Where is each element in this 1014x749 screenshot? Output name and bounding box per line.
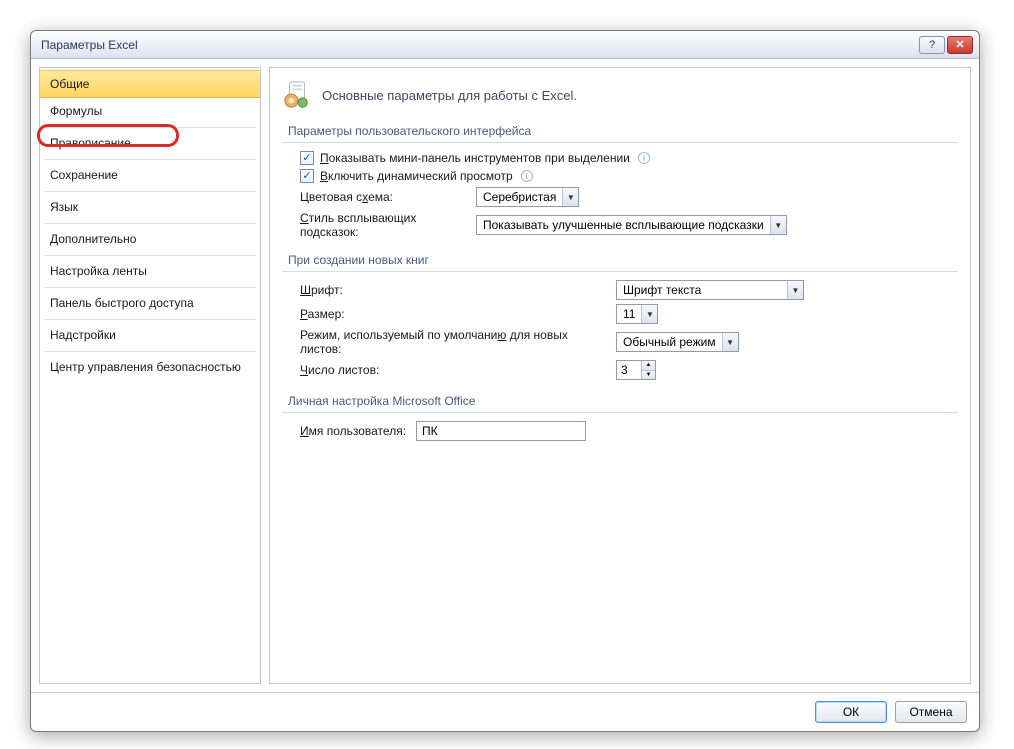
sidebar-separator [44,223,256,224]
info-icon[interactable]: i [521,170,533,182]
size-select[interactable]: 11 ▼ [616,304,658,324]
color-scheme-label: Цветовая схема: [300,190,470,204]
username-input[interactable]: ПК [416,421,586,441]
checkbox-live-preview-label: Включить динамический просмотр [320,169,513,183]
spin-up-icon[interactable]: ▲ [642,361,655,371]
sheets-label: Число листов: [300,363,610,377]
panel-header: Основные параметры для работы с Excel. [282,80,958,110]
tooltip-style-row: Стиль всплывающих подсказок: Показывать … [300,211,958,239]
section-personal-title: Личная настройка Microsoft Office [282,390,958,413]
window-title: Параметры Excel [41,38,917,52]
view-label: Режим, используемый по умолчанию для нов… [300,328,610,356]
checkbox-live-preview-row: ✓ Включить динамический просмотр i [300,169,958,183]
ok-button[interactable]: ОК [815,701,887,723]
check-icon: ✓ [302,153,311,164]
sidebar-separator [44,319,256,320]
help-button[interactable]: ? [919,36,945,54]
close-button[interactable]: ✕ [947,36,973,54]
sheets-spinner[interactable]: 3 ▲▼ [616,360,656,380]
settings-icon [282,80,312,110]
sidebar-item-proofing[interactable]: Правописание [40,130,260,157]
dialog-footer: ОК Отмена [31,692,979,731]
sidebar-separator [44,191,256,192]
color-scheme-select[interactable]: Серебристая ▼ [476,187,579,207]
tooltip-style-label: Стиль всплывающих подсказок: [300,211,470,239]
sidebar-separator [44,255,256,256]
cancel-button[interactable]: Отмена [895,701,967,723]
sidebar-separator [44,287,256,288]
sidebar-item-formulas[interactable]: Формулы [40,98,260,125]
chevron-down-icon: ▼ [562,188,578,206]
size-row: Размер: 11 ▼ [300,304,958,324]
size-label: Размер: [300,307,610,321]
sidebar-item-advanced[interactable]: Дополнительно [40,226,260,253]
sidebar-separator [44,159,256,160]
chevron-down-icon: ▼ [770,216,786,234]
chevron-down-icon: ▼ [641,305,657,323]
check-icon: ✓ [302,171,311,182]
info-icon[interactable]: i [638,152,650,164]
excel-options-dialog: Параметры Excel ? ✕ Общие Формулы Правоп… [30,30,980,732]
checkbox-mini-toolbar-label: Показывать мини-панель инструментов при … [320,151,630,165]
sidebar-item-general[interactable]: Общие [40,70,260,98]
sidebar-item-trustcenter[interactable]: Центр управления безопасностью [40,354,260,381]
sidebar-item-qat[interactable]: Панель быстрого доступа [40,290,260,317]
checkbox-mini-toolbar-row: ✓ Показывать мини-панель инструментов пр… [300,151,958,165]
sidebar-item-ribbon[interactable]: Настройка ленты [40,258,260,285]
section-newwb-title: При создании новых книг [282,249,958,272]
sidebar-separator [44,127,256,128]
username-row: Имя пользователя: ПК [300,421,958,441]
view-select[interactable]: Обычный режим ▼ [616,332,739,352]
spin-down-icon[interactable]: ▼ [642,371,655,380]
view-row: Режим, используемый по умолчанию для нов… [300,328,958,356]
main-panel: Основные параметры для работы с Excel. П… [269,67,971,684]
chevron-down-icon: ▼ [787,281,803,299]
close-icon: ✕ [955,38,964,51]
sidebar-item-addins[interactable]: Надстройки [40,322,260,349]
color-scheme-row: Цветовая схема: Серебристая ▼ [300,187,958,207]
username-label: Имя пользователя: [300,424,410,438]
sidebar-item-language[interactable]: Язык [40,194,260,221]
sidebar-item-save[interactable]: Сохранение [40,162,260,189]
tooltip-style-select[interactable]: Показывать улучшенные всплывающие подска… [476,215,787,235]
font-select[interactable]: Шрифт текста ▼ [616,280,804,300]
sidebar-separator [44,351,256,352]
category-sidebar: Общие Формулы Правописание Сохранение Яз… [39,67,261,684]
font-label: Шрифт: [300,283,610,297]
panel-heading: Основные параметры для работы с Excel. [322,88,577,103]
font-row: Шрифт: Шрифт текста ▼ [300,280,958,300]
sheets-row: Число листов: 3 ▲▼ [300,360,958,380]
section-ui-title: Параметры пользовательского интерфейса [282,120,958,143]
checkbox-live-preview[interactable]: ✓ [300,169,314,183]
help-icon: ? [929,39,935,51]
titlebar[interactable]: Параметры Excel ? ✕ [31,31,979,59]
checkbox-mini-toolbar[interactable]: ✓ [300,151,314,165]
chevron-down-icon: ▼ [722,333,738,351]
dialog-content: Общие Формулы Правописание Сохранение Яз… [31,59,979,692]
